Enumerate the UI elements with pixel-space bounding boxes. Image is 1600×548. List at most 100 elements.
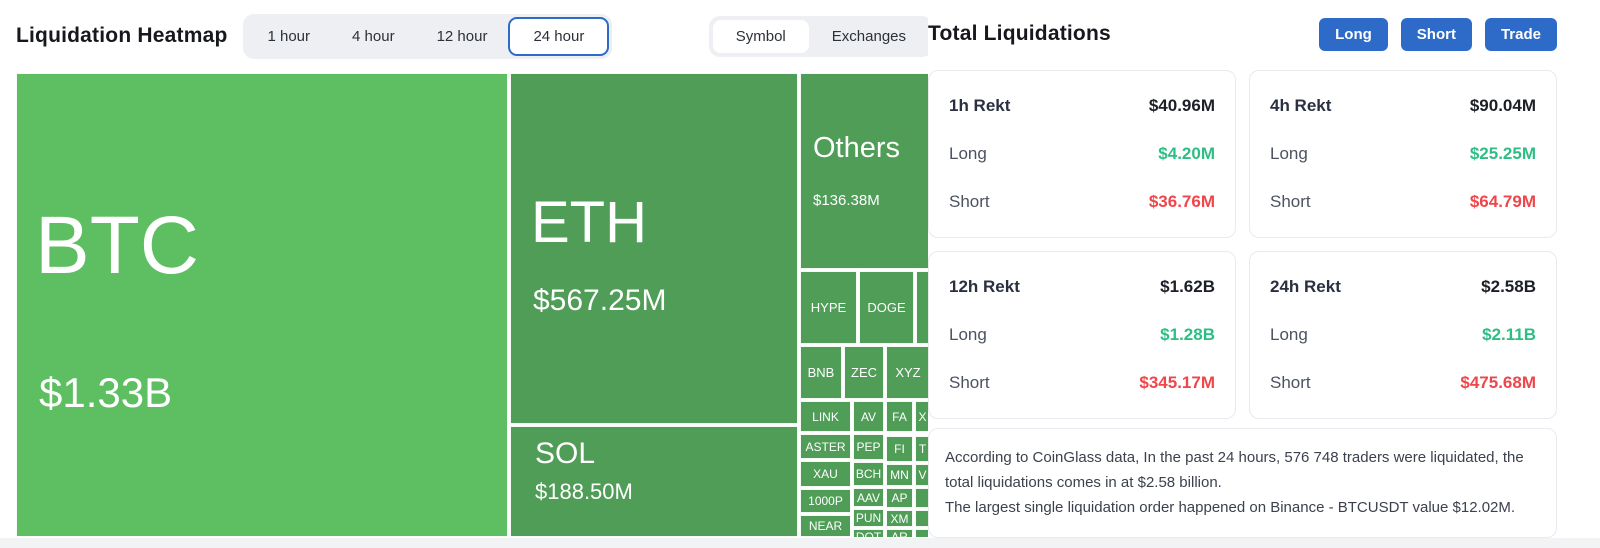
time-range-tabs: 1 hour 4 hour 12 hour 24 hour [243, 13, 613, 59]
view-tab-symbol[interactable]: Symbol [712, 19, 809, 53]
tile-pun[interactable]: PUN [853, 509, 884, 527]
rekt-period-label: 12h Rekt [949, 277, 1020, 296]
tile-symbol-label: V [918, 468, 927, 482]
short-value: $36.76M [1148, 192, 1215, 211]
tile-link[interactable]: LINK [800, 401, 851, 432]
tile-symbol-label: XAU [813, 467, 838, 481]
rekt-total-value: $2.58B [1481, 277, 1536, 296]
long-value: $25.25M [1469, 144, 1536, 163]
time-tab-4-hour[interactable]: 4 hour [331, 17, 416, 56]
tile-av[interactable]: AV [853, 401, 884, 432]
rekt-total-value: $40.96M [1148, 96, 1215, 115]
tile-symbol-label: Others [813, 132, 901, 164]
time-tab-1-hour[interactable]: 1 hour [246, 17, 331, 56]
tile-btc[interactable]: BTC $1.33B [16, 73, 508, 537]
short-button[interactable]: Short [1400, 17, 1472, 51]
long-button[interactable]: Long [1319, 17, 1388, 51]
tile-symbol-label: PUN [855, 511, 882, 525]
tile-symbol-label: BCH [855, 467, 882, 481]
tile-doge[interactable]: DOGE [859, 271, 914, 344]
summary-card: According to CoinGlass data, In the past… [928, 428, 1557, 538]
long-label: Long [1270, 144, 1308, 163]
long-label: Long [949, 325, 987, 344]
tile-symbol-label: BNB [807, 365, 835, 380]
tile-near[interactable]: NEAR [800, 515, 851, 537]
tile-aav[interactable]: AAV [853, 488, 884, 507]
tile-xau[interactable]: XAU [800, 461, 851, 487]
tile-symbol-label: LINK [812, 409, 839, 424]
tile-symbol-label: XM [890, 511, 909, 526]
rekt-period-label: 24h Rekt [1270, 277, 1341, 296]
long-value: $4.20M [1158, 144, 1215, 163]
card-long-row: Long $2.11B [1270, 325, 1536, 345]
tile-symbol-label: DOGE [867, 300, 906, 315]
card-short-row: Short $36.76M [949, 192, 1215, 212]
tile-symbol-label: AR [891, 530, 908, 537]
tile-symbol-label: ETH [531, 190, 647, 255]
tile-fa[interactable]: FA [886, 401, 913, 432]
rekt-period-label: 1h Rekt [949, 96, 1011, 115]
panel-actions: Long Short Trade [1319, 17, 1557, 51]
tile-zec[interactable]: ZEC [844, 346, 884, 399]
tile-eth[interactable]: ETH $567.25M [510, 73, 798, 424]
tile-symbol-label: SOL [535, 437, 596, 470]
long-label: Long [949, 144, 987, 163]
tile-1000p[interactable]: 1000P [800, 489, 851, 513]
tile-symbol-label: NEAR [808, 519, 843, 533]
rekt-total-value: $90.04M [1469, 96, 1536, 115]
total-liquidations-panel: Total Liquidations Long Short Trade 1h Rek… [928, 0, 1557, 548]
tile-symbol-label: FA [892, 409, 907, 424]
view-tab-exchanges[interactable]: Exchanges [809, 20, 929, 53]
tile-xm[interactable]: XM [886, 510, 913, 527]
rekt-card-12h: 12h Rekt $1.62B Long $1.28B Short $345.17M [928, 251, 1236, 419]
tile-ar[interactable]: AR [886, 529, 913, 537]
tile-symbol-label: MN [890, 468, 909, 482]
tile-symbol-label: AAV [856, 490, 881, 505]
page-footer-strip [0, 538, 1600, 548]
long-value: $2.11B [1482, 325, 1536, 344]
liquidation-treemap: BTC $1.33B ETH $567.25M SOL $188.50M Others $13… [16, 73, 930, 537]
trade-button[interactable]: Trade [1484, 17, 1557, 51]
card-header-row: 12h Rekt $1.62B [949, 277, 1215, 297]
time-tab-12-hour[interactable]: 12 hour [416, 17, 509, 56]
long-value: $1.28B [1160, 325, 1215, 344]
heatmap-header: Liquidation Heatmap 1 hour 4 hour 12 hour 2… [0, 0, 933, 72]
card-short-row: Short $345.17M [949, 373, 1215, 393]
tile-bch[interactable]: BCH [853, 462, 884, 486]
short-label: Short [1270, 373, 1311, 392]
time-tab-24-hour[interactable]: 24 hour [508, 16, 610, 56]
tile-ap[interactable]: AP [886, 488, 913, 508]
short-label: Short [949, 373, 990, 392]
tile-fi[interactable]: FI [886, 436, 913, 462]
tile-symbol-label: HYPE [810, 300, 847, 315]
tile-mn[interactable]: MN [886, 464, 913, 486]
tile-aster[interactable]: ASTER [800, 434, 851, 459]
tile-symbol-label: T [918, 442, 927, 456]
tile-sol[interactable]: SOL $188.50M [510, 426, 798, 537]
tile-value-label: $1.33B [39, 369, 173, 416]
tile-bnb[interactable]: BNB [800, 346, 842, 399]
short-value: $475.68M [1460, 373, 1536, 392]
short-value: $64.79M [1469, 192, 1536, 211]
long-label: Long [1270, 325, 1308, 344]
card-short-row: Short $64.79M [1270, 192, 1536, 212]
tile-symbol-label: 1000P [808, 494, 843, 508]
tile-others[interactable]: Others $136.38M [800, 73, 930, 269]
card-long-row: Long $1.28B [949, 325, 1215, 345]
summary-line-2: The largest single liquidation order hap… [945, 498, 1516, 516]
tile-symbol-label: ZEC [851, 365, 877, 380]
rekt-period-label: 4h Rekt [1270, 96, 1332, 115]
tile-dot[interactable]: DOT [853, 529, 884, 537]
tile-xyz[interactable]: XYZ [886, 346, 930, 399]
rekt-card-1h: 1h Rekt $40.96M Long $4.20M Short $36.76M [928, 70, 1236, 238]
card-long-row: Long $25.25M [1270, 144, 1536, 164]
tile-symbol-label: AV [860, 409, 877, 424]
tile-symbol-label: AP [891, 491, 908, 505]
card-header-row: 24h Rekt $2.58B [1270, 277, 1536, 297]
panel-header: Total Liquidations Long Short Trade [928, 14, 1557, 54]
tile-symbol-label: XYZ [895, 365, 921, 380]
panel-title: Total Liquidations [928, 22, 1111, 45]
tile-value-label: $567.25M [533, 284, 667, 317]
tile-pep[interactable]: PEP [853, 434, 884, 460]
tile-hype[interactable]: HYPE [800, 271, 857, 344]
